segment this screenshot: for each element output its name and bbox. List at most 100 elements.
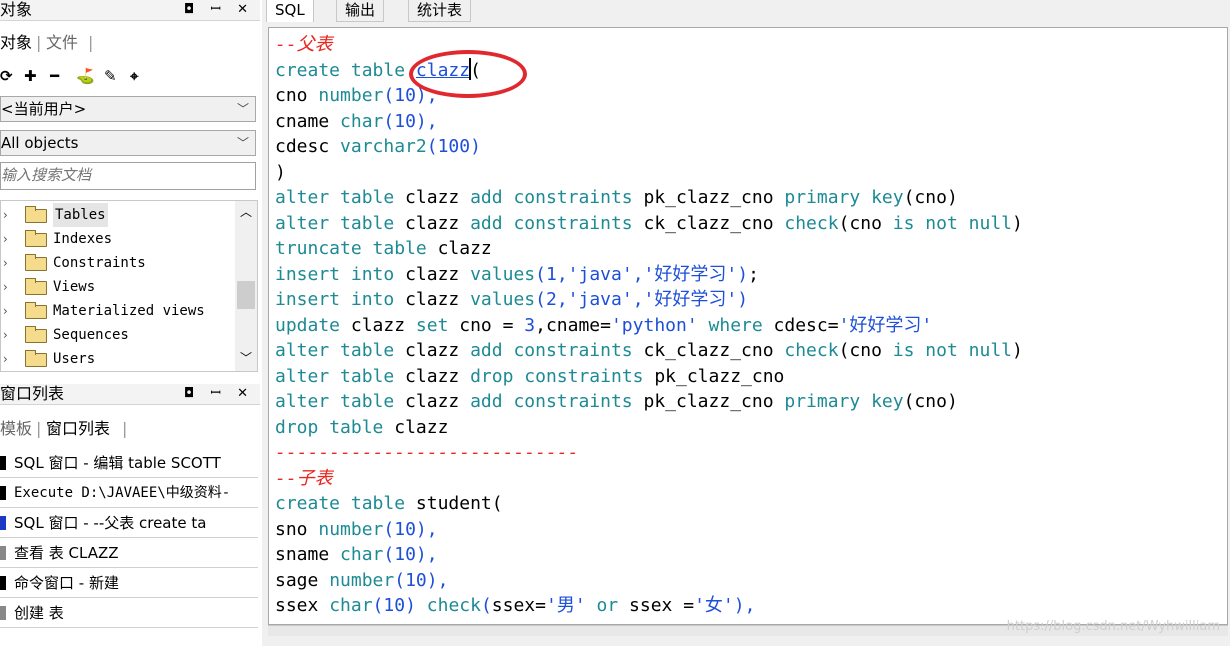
tab-files[interactable]: 文件 [46,32,78,54]
tree-item-label: Materialized views [53,303,205,319]
tab-sql[interactable]: SQL [266,0,314,22]
window-list-item[interactable]: Execute D:\JAVAEE\中级资料- [0,478,258,508]
create-table-icon [0,606,6,620]
tree-item-materialized-views[interactable]: › Materialized views [1,299,233,323]
code-line[interactable]: alter table clazz drop constraints pk_cl… [275,364,1023,390]
search-input[interactable] [1,163,241,187]
code-line[interactable]: sno number(10), [275,517,1023,543]
code-line[interactable]: cno number(10), [275,83,1023,109]
window-list-item-label: 查看 表 CLAZZ [14,544,119,562]
expand-icon[interactable]: › [3,299,8,323]
tab-divider: | [36,419,42,438]
objects-panel-tabs: 对象 | 文件 | [0,28,260,56]
tree-item-label: Views [53,279,96,295]
objects-panel-title: 对象 [0,0,33,19]
expand-icon[interactable]: › [3,323,8,347]
window-list: SQL 窗口 - 编辑 table SCOTT Execute D:\JAVAE… [0,444,258,644]
code-line[interactable]: insert into clazz values(2,'java','好好学习'… [275,287,1023,313]
filter-icon[interactable]: ✎ [104,65,117,87]
properties-icon[interactable]: ⌖ [130,65,138,87]
tree-item-constraints[interactable]: › Constraints [1,251,233,275]
expand-icon[interactable]: › [3,251,8,275]
tree-item-users[interactable]: › Users [1,347,233,371]
sql-code[interactable]: --父表 create table clazz(cno number(10), cn… [275,32,1023,619]
code-line[interactable]: alter table clazz add constraints ck_cla… [275,211,1023,237]
tree-item-label: Sequences [53,327,129,343]
chevron-up-icon[interactable]: ︿ [240,203,252,220]
code-line[interactable]: create table clazz( [275,58,1023,84]
tab-statistics[interactable]: 统计表 [408,0,472,22]
folder-icon [25,206,47,223]
objects-panel-controls[interactable]: ◘ ꟷ ✕ [184,0,254,20]
tree-item-label: Tables [53,203,108,227]
chevron-down-icon[interactable]: ﹀ [237,131,249,155]
tree-item-views[interactable]: › Views [1,275,233,299]
code-line[interactable]: truncate table clazz [275,236,1023,262]
sql-window-icon [0,456,6,470]
code-line[interactable]: --子表 [275,466,1023,492]
code-line[interactable]: sname char(10), [275,542,1023,568]
code-line[interactable]: cdesc varchar2(100) [275,134,1023,160]
tree-item-indexes[interactable]: › Indexes [1,227,233,251]
folder-icon [25,278,47,295]
tree-scrollbar[interactable]: ︿ ﹀ [235,201,257,371]
tab-divider: | [88,33,94,52]
window-list-item[interactable]: 命令窗口 - 新建 [0,568,258,598]
objects-toolbar: ⟳ ✚ ━ ⛳ ✎ ⌖ [0,62,260,90]
code-line[interactable]: ssex char(10) check(ssex='男' or ssex ='女… [275,593,1023,619]
editor-tabs: SQL 输出 统计表 [266,0,1230,22]
tab-divider: | [36,33,42,52]
left-dock: 对象 ◘ ꟷ ✕ 对象 | 文件 | ⟳ ✚ ━ ⛳ ✎ ⌖ <当前用户> ﹀ … [0,0,262,646]
chevron-down-icon[interactable]: ﹀ [237,97,249,121]
object-type-select[interactable]: All objects ﹀ [0,130,256,156]
user-select[interactable]: <当前用户> ﹀ [0,96,256,122]
code-line[interactable]: alter table clazz add constraints pk_cla… [275,185,1023,211]
sql-window: SQL 输出 统计表 --父表 create table clazz(cno nu… [266,0,1230,646]
scrollbar-thumb[interactable] [237,281,255,309]
refresh-icon[interactable]: ⟳ [0,65,13,87]
chevron-down-icon[interactable]: ﹀ [240,349,252,366]
object-type-value: All objects [1,134,79,152]
code-line[interactable]: create table student( [275,491,1023,517]
tree-item-sequences[interactable]: › Sequences [1,323,233,347]
window-list-item[interactable]: SQL 窗口 - --父表 create ta [0,508,258,538]
code-line[interactable]: alter table clazz add constraints ck_cla… [275,338,1023,364]
folder-icon [25,302,47,319]
text-caret [469,58,471,80]
tree-item-tables[interactable]: › Tables [1,203,233,227]
code-line[interactable]: cname char(10), [275,109,1023,135]
tab-window-list[interactable]: 窗口列表 [46,418,110,440]
window-list-item[interactable]: 查看 表 CLAZZ [0,538,258,568]
window-list-controls[interactable]: ◘ ꟷ ✕ [184,384,254,404]
tab-objects[interactable]: 对象 [0,32,32,54]
remove-icon[interactable]: ━ [50,65,59,87]
window-list-item[interactable]: SQL 窗口 - 编辑 table SCOTT [0,448,258,478]
object-tree[interactable]: › Tables › Indexes › Constraints › Views… [0,200,258,372]
expand-icon[interactable]: › [3,347,8,371]
expand-icon[interactable]: › [3,203,8,227]
expand-icon[interactable]: › [3,275,8,299]
code-line[interactable]: insert into clazz values(1,'java','好好学习'… [275,262,1023,288]
search-box[interactable] [0,162,256,190]
folder-icon [25,326,47,343]
tab-output[interactable]: 输出 [336,0,385,22]
window-list-item-label: SQL 窗口 - --父表 create ta [14,514,207,532]
user-select-value: <当前用户> [1,100,87,118]
code-line[interactable]: alter table clazz add constraints pk_cla… [275,389,1023,415]
code-line[interactable]: drop table clazz [275,415,1023,441]
expand-icon[interactable]: › [3,227,8,251]
objects-panel-header: 对象 ◘ ꟷ ✕ [0,0,260,21]
sql-editor[interactable]: --父表 create table clazz(cno number(10), cn… [268,27,1228,625]
code-line[interactable]: sage number(10), [275,568,1023,594]
window-list-tabs: 模板 | 窗口列表 | [0,414,260,442]
code-line[interactable]: update clazz set cno = 3,cname='python' … [275,313,1023,339]
code-line[interactable]: ---------------------------- [275,440,1023,466]
code-line[interactable]: ) [275,160,1023,186]
window-list-item[interactable]: 创建 表 [0,598,258,628]
code-line[interactable]: --父表 [275,32,1023,58]
highlight-annotation [409,50,527,98]
find-icon[interactable]: ⛳ [76,65,95,87]
tab-templates[interactable]: 模板 [0,418,32,440]
window-list-header: 窗口列表 ◘ ꟷ ✕ [0,384,260,405]
add-icon[interactable]: ✚ [24,65,37,87]
